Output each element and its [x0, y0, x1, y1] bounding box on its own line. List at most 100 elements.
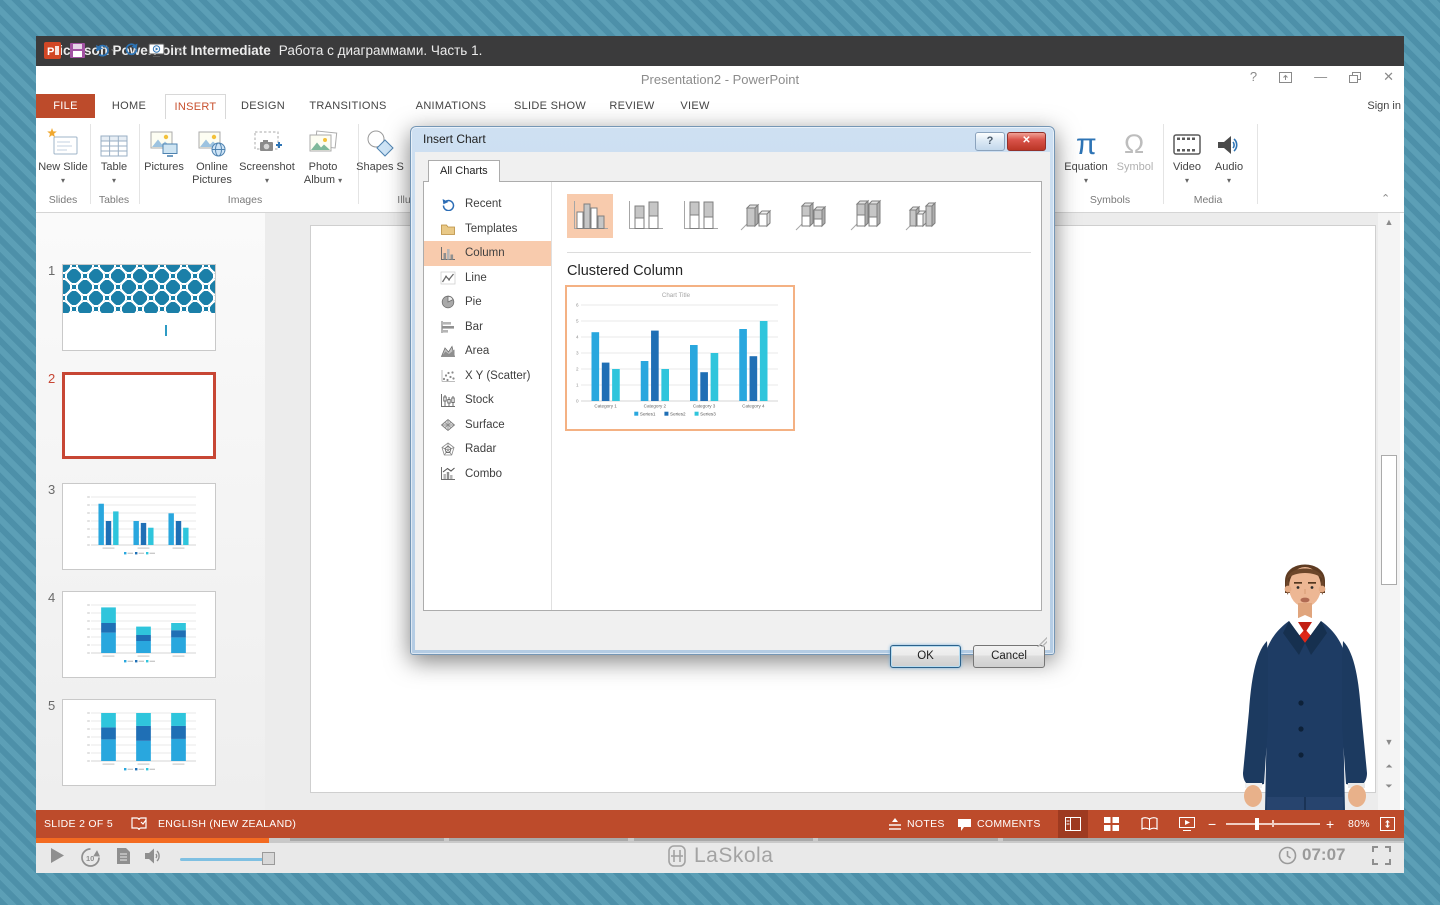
fullscreen-icon[interactable]	[1372, 846, 1391, 865]
dialog-resize-grip[interactable]	[1037, 637, 1047, 647]
group-label-symbols: Symbols	[1090, 194, 1130, 206]
category-line[interactable]: Line	[424, 266, 551, 291]
undo-icon[interactable]	[94, 43, 116, 57]
category-recent[interactable]: Recent	[424, 192, 551, 217]
tab-design[interactable]: DESIGN	[241, 94, 285, 118]
slide-thumbnail-4[interactable]	[62, 591, 216, 678]
pictures-icon	[137, 121, 191, 159]
slide5-chart-thumbnail	[81, 708, 199, 772]
tab-insert[interactable]: INSERT	[165, 94, 226, 119]
subtype-3d-clustered-column[interactable]	[732, 194, 778, 238]
category-surface[interactable]: Surface	[424, 413, 551, 438]
comments-button[interactable]: COMMENTS	[977, 810, 1041, 838]
dialog-close-button[interactable]: ✕	[1007, 132, 1046, 151]
category-bar[interactable]: Bar	[424, 315, 551, 340]
help-icon[interactable]: ?	[1250, 70, 1257, 84]
restore-icon[interactable]	[1349, 72, 1361, 83]
play-icon[interactable]	[50, 847, 65, 864]
normal-view-button[interactable]	[1058, 810, 1088, 838]
volume-icon[interactable]	[144, 847, 168, 865]
slide-thumbnail-5[interactable]	[62, 699, 216, 786]
dialog-help-button[interactable]: ?	[975, 132, 1005, 151]
customize-qat-icon[interactable]	[175, 46, 184, 55]
all-charts-tab[interactable]: All Charts	[428, 160, 500, 182]
slide-number: 2	[48, 371, 55, 386]
tab-file[interactable]: FILE	[36, 94, 95, 118]
zoom-slider-thumb[interactable]	[1255, 818, 1259, 830]
pictures-button[interactable]: Pictures	[137, 121, 191, 174]
equation-button[interactable]: π Equation▾	[1059, 121, 1113, 187]
reading-view-button[interactable]	[1134, 810, 1164, 838]
notes-document-icon[interactable]	[116, 847, 131, 865]
scroll-down-icon[interactable]: ▼	[1380, 737, 1398, 747]
laskola-logo-icon	[666, 844, 688, 868]
category-templates[interactable]: Templates	[424, 217, 551, 242]
spell-check-icon[interactable]	[130, 816, 148, 832]
online-pictures-icon	[185, 121, 239, 159]
chart-preview-tile[interactable]: Chart Title0123456Category 1Category 2Ca…	[565, 285, 795, 431]
online-pictures-button[interactable]: Online Pictures	[185, 121, 239, 187]
category-column-selected[interactable]: Column	[424, 241, 551, 266]
close-icon[interactable]: ✕	[1383, 70, 1394, 84]
slide-number: 4	[48, 590, 55, 605]
vertical-scrollbar[interactable]: ▲ ▼ ⏶ ⏷	[1378, 213, 1400, 810]
category-pie[interactable]: Pie	[424, 290, 551, 315]
scroll-up-icon[interactable]: ▲	[1380, 217, 1398, 227]
shapes-button[interactable]: Shapes S	[353, 121, 407, 174]
zoom-out-button[interactable]: −	[1208, 810, 1216, 838]
slide-sorter-view-button[interactable]	[1096, 810, 1126, 838]
tab-view[interactable]: VIEW	[680, 94, 709, 118]
collapse-ribbon-icon[interactable]: ⌃	[1381, 192, 1390, 205]
table-button[interactable]: Table▾	[87, 121, 141, 187]
subtype-stacked-column[interactable]	[622, 194, 668, 238]
video-progress-track[interactable]	[36, 838, 1404, 843]
zoom-in-button[interactable]: +	[1326, 810, 1334, 838]
new-slide-button[interactable]: New Slide ▾	[36, 121, 90, 187]
subtype-3d-stacked-column[interactable]	[787, 194, 833, 238]
volume-slider-track[interactable]	[180, 858, 270, 861]
slide-thumbnail-3[interactable]	[62, 483, 216, 570]
tab-home[interactable]: HOME	[112, 94, 146, 118]
cancel-button[interactable]: Cancel	[973, 645, 1045, 668]
redo-icon[interactable]	[125, 43, 139, 57]
shapes-icon	[353, 121, 407, 159]
next-slide-icon[interactable]: ⏷	[1380, 781, 1398, 792]
previous-slide-icon[interactable]: ⏶	[1380, 761, 1398, 772]
category-stock[interactable]: Stock	[424, 388, 551, 413]
tab-animations[interactable]: ANIMATIONS	[416, 94, 487, 118]
minimize-icon[interactable]: —	[1314, 70, 1327, 84]
save-icon[interactable]	[70, 43, 85, 58]
ribbon-display-options-icon[interactable]	[1279, 72, 1292, 83]
category-xy-scatter[interactable]: X Y (Scatter)	[424, 364, 551, 389]
slide-thumbnail-panel: 1 2 3 4 5	[36, 213, 265, 810]
pictures-label: Pictures	[137, 161, 191, 174]
slide-thumbnail-1[interactable]	[62, 264, 216, 351]
tab-slide-show[interactable]: SLIDE SHOW	[514, 94, 586, 118]
radar-chart-icon	[440, 442, 456, 457]
category-combo[interactable]: Combo	[424, 462, 551, 487]
start-from-beginning-icon[interactable]	[148, 43, 166, 58]
ok-button[interactable]: OK	[890, 645, 961, 668]
zoom-level[interactable]: 80%	[1348, 810, 1370, 838]
subtype-3d-column[interactable]	[897, 194, 943, 238]
volume-slider-thumb[interactable]	[262, 852, 275, 865]
pie-chart-icon	[440, 295, 456, 309]
subtype-100-stacked-column[interactable]	[677, 194, 723, 238]
tab-review[interactable]: REVIEW	[609, 94, 654, 118]
sign-in-link[interactable]: Sign in	[1367, 94, 1401, 118]
scrollbar-thumb[interactable]	[1381, 455, 1397, 585]
photo-album-button[interactable]: Photo Album ▾	[296, 121, 350, 187]
subtype-clustered-column[interactable]	[567, 194, 613, 238]
language-indicator[interactable]: ENGLISH (NEW ZEALAND)	[158, 810, 296, 838]
subtype-3d-100-stacked-column[interactable]	[842, 194, 888, 238]
audio-button[interactable]: Audio▾	[1202, 121, 1256, 187]
tab-transitions[interactable]: TRANSITIONS	[309, 94, 386, 118]
category-area[interactable]: Area	[424, 339, 551, 364]
slide-thumbnail-2-selected[interactable]	[62, 372, 216, 459]
fit-to-window-icon[interactable]	[1380, 817, 1395, 831]
slide-show-button[interactable]	[1172, 810, 1202, 838]
notes-button[interactable]: NOTES	[907, 810, 945, 838]
rewind-10-icon[interactable]: 10	[80, 847, 101, 868]
category-radar[interactable]: Radar	[424, 437, 551, 462]
screenshot-button[interactable]: Screenshot▾	[238, 121, 296, 187]
